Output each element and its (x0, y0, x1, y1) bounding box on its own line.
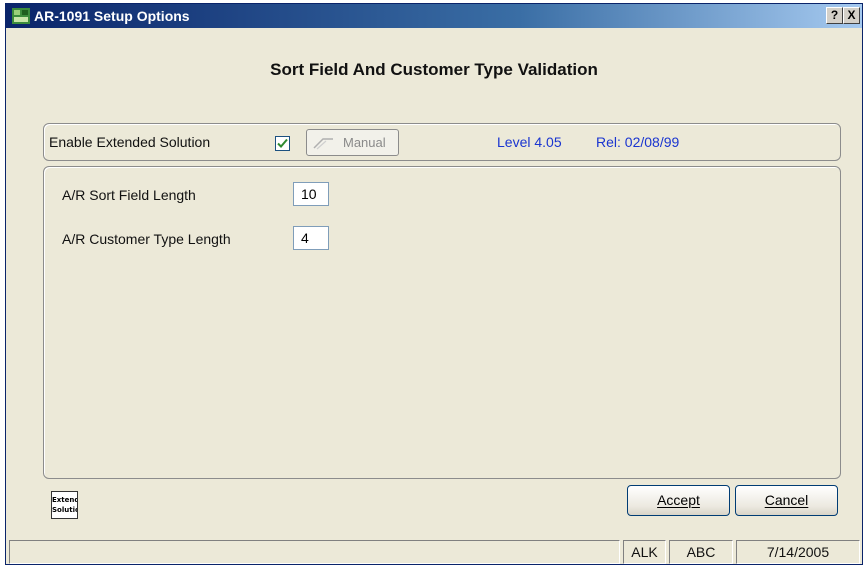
enable-extended-checkbox[interactable] (275, 136, 290, 151)
cancel-button[interactable]: Cancel (735, 485, 838, 516)
status-pane-company: ABC (669, 540, 733, 564)
options-group: Enable Extended Solution Manual Level 4.… (43, 123, 841, 161)
status-pane-message (9, 540, 620, 564)
manual-icon (313, 138, 333, 150)
app-icon (12, 8, 30, 24)
cancel-button-label: Cancel (764, 492, 809, 508)
status-bar: ALK ABC 7/14/2005 (6, 538, 862, 564)
status-pane-date: 7/14/2005 (736, 540, 860, 564)
checkmark-icon (277, 138, 288, 148)
accept-button-label: Accept (657, 492, 700, 508)
logo-line-1: Extended (52, 496, 77, 504)
title-bar[interactable]: AR-1091 Setup Options ? X (6, 4, 862, 28)
accept-button[interactable]: Accept (627, 485, 730, 516)
settings-panel: A/R Sort Field Length 10 A/R Customer Ty… (43, 166, 841, 479)
customer-type-length-label: A/R Customer Type Length (62, 231, 231, 247)
sort-field-length-input[interactable]: 10 (293, 182, 329, 206)
status-pane-user: ALK (623, 540, 666, 564)
enable-extended-label: Enable Extended Solution (49, 134, 211, 150)
release-text: Rel: 02/08/99 (596, 134, 680, 150)
close-button[interactable]: X (843, 7, 860, 24)
help-button[interactable]: ? (826, 7, 843, 24)
manual-button-label: Manual (343, 135, 386, 150)
window-title: AR-1091 Setup Options (34, 8, 190, 24)
manual-button[interactable]: Manual (306, 129, 399, 156)
form-title: Sort Field And Customer Type Validation (270, 60, 598, 79)
level-text: Level 4.05 (497, 134, 562, 150)
sort-field-length-label: A/R Sort Field Length (62, 187, 196, 203)
logo-line-2: Solutions (52, 506, 77, 514)
customer-type-length-input[interactable]: 4 (293, 226, 329, 250)
extended-solutions-logo: Extended Solutions (51, 491, 78, 519)
dialog-window: AR-1091 Setup Options ? X Sort Field And… (5, 3, 863, 565)
